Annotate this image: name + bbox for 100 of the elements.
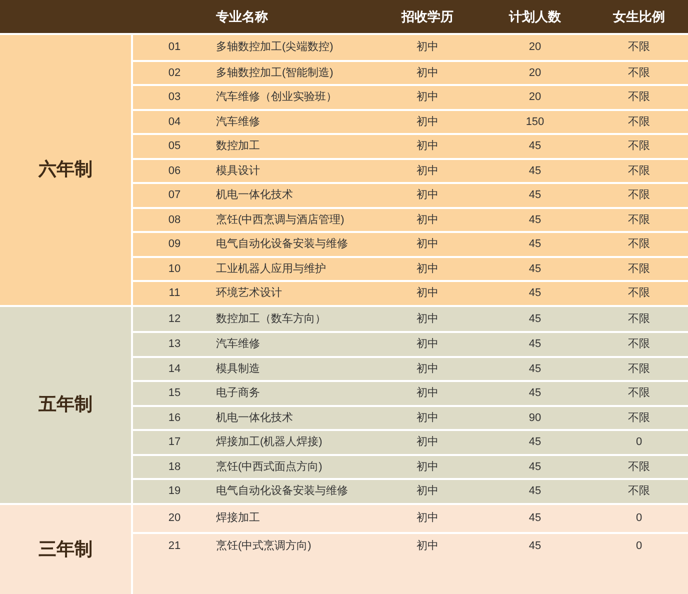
table-cell: 焊接加工(机器人焊接) (216, 436, 322, 448)
table-cell: 不限 (628, 66, 650, 78)
column-header: 招收学历 (402, 8, 454, 24)
table-cell: 机电一体化技术 (216, 189, 293, 201)
table-cell: 45 (528, 512, 542, 524)
column-header: 女生比例 (613, 8, 665, 24)
table-cell: 45 (528, 262, 542, 274)
table-cell: 不限 (628, 460, 650, 472)
table-cell: 150 (526, 116, 544, 128)
table-cell: 不限 (628, 287, 650, 299)
table-cell: 不限 (628, 312, 650, 324)
table-cell: 不限 (628, 362, 650, 374)
table-cell: 21 (168, 540, 181, 552)
table-cell: 汽车维修（创业实验班） (216, 91, 337, 103)
table-cell: 初中 (416, 238, 438, 250)
table-cell: 09 (168, 238, 181, 250)
table-cell: 01 (168, 41, 181, 53)
table-cell: 烹饪(中西烹调与酒店管理) (216, 214, 344, 226)
table-cell: 11 (168, 287, 180, 299)
table-cell: 初中 (416, 164, 438, 176)
group-label: 六年制 (38, 158, 92, 182)
table-cell: 机电一体化技术 (216, 412, 293, 424)
table-cell: 13 (168, 338, 181, 350)
table-cell: 初中 (416, 91, 438, 103)
table-cell: 不限 (628, 485, 650, 497)
table-cell: 初中 (416, 287, 438, 299)
table-cell: 不限 (628, 140, 650, 152)
table-cell: 电子商务 (216, 387, 260, 399)
table-cell: 14 (168, 362, 181, 374)
table-cell: 不限 (628, 116, 650, 128)
table-cell: 45 (528, 287, 542, 299)
table-cell: 初中 (416, 189, 438, 201)
table-cell: 不限 (628, 262, 650, 274)
table-cell: 工业机器人应用与维护 (216, 262, 326, 274)
table-cell: 45 (528, 436, 542, 448)
table-cell: 初中 (416, 262, 438, 274)
table-cell: 烹饪(中式烹调方向) (216, 540, 312, 552)
table-cell: 45 (528, 362, 542, 374)
table-cell: 汽车维修 (216, 116, 260, 128)
table-cell: 0 (636, 512, 642, 524)
table-cell: 90 (528, 412, 542, 424)
table-cell: 05 (168, 140, 181, 152)
table-cell: 45 (528, 387, 542, 399)
table-cell: 不限 (628, 387, 650, 399)
table-cell: 初中 (416, 460, 438, 472)
table-cell: 20 (528, 91, 542, 103)
table-cell: 45 (528, 140, 542, 152)
table-cell: 16 (168, 412, 181, 424)
column-header: 计划人数 (509, 8, 561, 24)
table-cell: 45 (528, 164, 542, 176)
table-cell: 45 (528, 540, 542, 552)
table-cell: 数控加工（数车方向） (216, 312, 326, 324)
group-label: 三年制 (38, 538, 92, 561)
column-header: 专业名称 (216, 8, 268, 24)
table-cell: 多轴数控加工(尖端数控) (216, 41, 334, 53)
table-cell: 初中 (416, 540, 438, 552)
table-cell: 模具制造 (216, 362, 260, 374)
table-cell: 19 (168, 485, 181, 497)
table-cell: 初中 (416, 512, 438, 524)
table-cell: 15 (168, 387, 181, 399)
table-cell: 不限 (628, 214, 650, 226)
table-cell: 45 (528, 214, 542, 226)
table-cell: 焊接加工 (216, 512, 260, 524)
table-cell: 电气自动化设备安装与维修 (216, 485, 348, 497)
table-cell: 02 (168, 66, 181, 78)
group-label: 五年制 (38, 393, 92, 416)
table-cell: 初中 (416, 387, 438, 399)
table-cell: 初中 (416, 338, 438, 350)
table-cell: 不限 (628, 91, 650, 103)
table-cell: 电气自动化设备安装与维修 (216, 238, 348, 250)
table-cell: 20 (168, 512, 181, 524)
table-cell: 17 (168, 436, 181, 448)
table-cell: 初中 (416, 436, 438, 448)
table-cell: 0 (636, 540, 642, 552)
table-cell: 初中 (416, 140, 438, 152)
table-cell: 初中 (416, 312, 438, 324)
table-cell: 45 (528, 312, 542, 324)
table-cell: 20 (528, 66, 542, 78)
table-cell: 环境艺术设计 (216, 287, 282, 299)
table-cell: 初中 (416, 41, 438, 53)
table-cell: 初中 (416, 214, 438, 226)
table-cell: 07 (168, 189, 181, 201)
table-cell: 初中 (416, 362, 438, 374)
table-cell: 04 (168, 116, 181, 128)
table-cell: 不限 (628, 164, 650, 176)
table-cell: 汽车维修 (216, 338, 260, 350)
table-cell: 初中 (416, 66, 438, 78)
table-cell: 45 (528, 485, 542, 497)
table-cell: 10 (168, 262, 181, 274)
table-cell: 0 (636, 436, 642, 448)
table-cell: 初中 (416, 412, 438, 424)
table-cell: 烹饪(中西式面点方向) (216, 460, 322, 472)
table-cell: 45 (528, 338, 542, 350)
table-cell: 45 (528, 238, 542, 250)
table-cell: 初中 (416, 485, 438, 497)
table-cell: 初中 (416, 116, 438, 128)
table-cell: 不限 (628, 412, 650, 424)
table-cell: 08 (168, 214, 181, 226)
table-cell: 不限 (628, 41, 650, 53)
table-cell: 多轴数控加工(智能制造) (216, 66, 334, 78)
